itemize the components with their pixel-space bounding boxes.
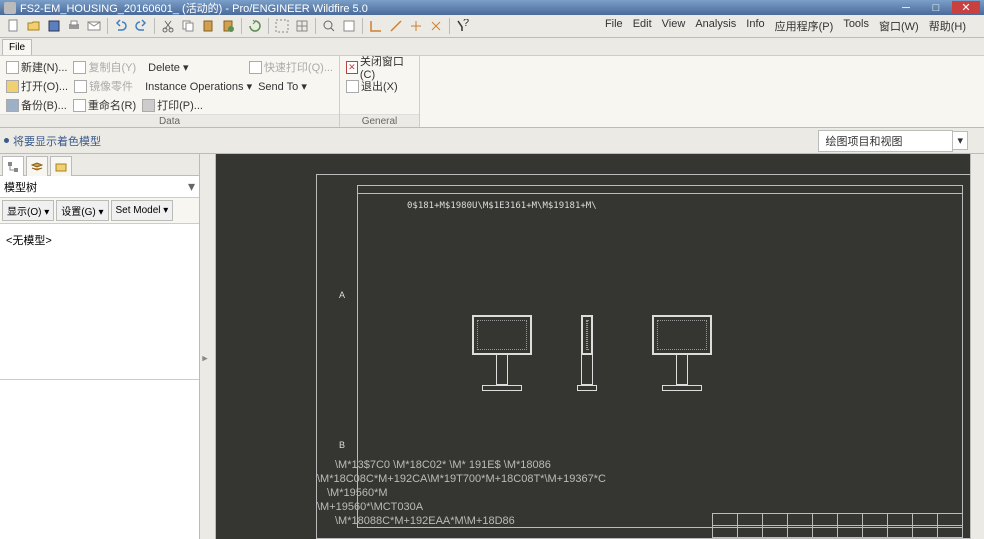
- ribbon-foot-data: Data: [0, 114, 339, 127]
- left-tab-layers[interactable]: [26, 156, 48, 176]
- new-icon[interactable]: [5, 17, 23, 35]
- rb-backup[interactable]: 备份(B)...: [6, 97, 67, 113]
- find-icon[interactable]: [320, 17, 338, 35]
- part-side[interactable]: [577, 315, 597, 391]
- vertical-scrollbar[interactable]: [970, 154, 984, 539]
- tree-show-button[interactable]: 显示(O) ▾: [2, 200, 54, 221]
- save-icon[interactable]: [45, 17, 63, 35]
- menu-help[interactable]: 帮助(H): [925, 15, 970, 37]
- main-area: 模型树 ▾ 显示(O) ▾ 设置(G) ▾ Set Model ▾ <无模型> …: [0, 154, 984, 539]
- tree-header: 模型树 ▾: [0, 176, 199, 198]
- paste-icon[interactable]: [199, 17, 217, 35]
- tree-lower-body: [0, 379, 199, 539]
- toolbar-separator: [362, 18, 363, 34]
- rb-instance[interactable]: Instance Operations ▾: [145, 80, 252, 93]
- file-tab[interactable]: File: [2, 39, 32, 55]
- slope-icon[interactable]: [387, 17, 405, 35]
- drawing-canvas[interactable]: 0$181+M$1980U\M$1E3161+M\M$19181+M\ A B …: [216, 154, 984, 539]
- toolbar-separator: [449, 18, 450, 34]
- left-tab-tree[interactable]: [2, 156, 24, 176]
- tree-model-button[interactable]: Set Model ▾: [111, 200, 174, 221]
- copy-icon[interactable]: [179, 17, 197, 35]
- rb-rename[interactable]: 重命名(R): [73, 97, 136, 113]
- rb-new[interactable]: 新建(N)...: [6, 59, 67, 75]
- minimize-button[interactable]: ─: [892, 1, 920, 14]
- rb-exit[interactable]: 退出(X): [346, 78, 398, 94]
- right-info-dropdown[interactable]: 绘图项目和视图: [818, 130, 953, 152]
- menu-analysis[interactable]: Analysis: [691, 15, 740, 37]
- rb-mirror: 镜像零件: [74, 78, 133, 94]
- tree-body: <无模型>: [0, 224, 199, 379]
- help-icon[interactable]: ?: [454, 17, 472, 35]
- drawing-toptext: 0$181+M$1980U\M$1E3161+M\M$19181+M\: [407, 201, 597, 211]
- zone-b: B: [339, 440, 345, 450]
- toolbar-separator: [315, 18, 316, 34]
- zone-a: A: [339, 290, 345, 300]
- cut-icon[interactable]: [159, 17, 177, 35]
- mail-icon[interactable]: [85, 17, 103, 35]
- info-bar: 将要显示着色模型 绘图项目和视图▾: [0, 128, 984, 154]
- toolbar-separator: [241, 18, 242, 34]
- toolbar-separator: [268, 18, 269, 34]
- menu-view[interactable]: View: [658, 15, 690, 37]
- menu-tools[interactable]: Tools: [839, 15, 873, 37]
- canvas-wrap: ◄ 0$181+M$1980U\M$1E3161+M\M$19181+M\ A …: [200, 154, 984, 539]
- redo-icon[interactable]: [132, 17, 150, 35]
- left-tab-views[interactable]: [50, 156, 72, 176]
- info-dot-icon: [4, 138, 9, 143]
- undo-icon[interactable]: [112, 17, 130, 35]
- close-button[interactable]: ✕: [952, 1, 980, 14]
- maximize-button[interactable]: □: [922, 1, 950, 14]
- toolbar-separator: [107, 18, 108, 34]
- menu-app[interactable]: 应用程序(P): [771, 15, 838, 37]
- ribbon-foot-general: General: [340, 114, 419, 127]
- tree-set-button[interactable]: 设置(G) ▾: [56, 200, 108, 221]
- app-icon: [4, 2, 16, 14]
- rb-open[interactable]: 打开(O)...: [6, 78, 68, 94]
- ribbon: 新建(N)... 复制自(Y) Delete ▾ 快速打印(Q)... 打开(O…: [0, 56, 984, 128]
- tree-buttons: 显示(O) ▾ 设置(G) ▾ Set Model ▾: [0, 198, 199, 224]
- tree-title: 模型树: [4, 179, 37, 195]
- toolbar-separator: [154, 18, 155, 34]
- select-icon[interactable]: [340, 17, 358, 35]
- grid-icon[interactable]: [293, 17, 311, 35]
- window-titlebar: FS2-EM_HOUSING_20160601_ (活动的) - Pro/ENG…: [0, 0, 984, 15]
- svg-text:?: ?: [463, 19, 469, 29]
- tree-nomodel: <无模型>: [6, 235, 52, 247]
- menu-edit[interactable]: Edit: [629, 15, 656, 37]
- file-tab-row: File: [0, 38, 984, 56]
- crosshair2-icon[interactable]: [427, 17, 445, 35]
- drawing-frame-outer: 0$181+M$1980U\M$1E3161+M\M$19181+M\ A B …: [316, 174, 974, 539]
- window-title: FS2-EM_HOUSING_20160601_ (活动的) - Pro/ENG…: [20, 0, 368, 16]
- print-icon[interactable]: [65, 17, 83, 35]
- title-block-table: [712, 513, 963, 538]
- open-icon[interactable]: [25, 17, 43, 35]
- regen-icon[interactable]: [246, 17, 264, 35]
- crosshair1-icon[interactable]: [407, 17, 425, 35]
- left-tabs: [0, 154, 199, 176]
- menu-window[interactable]: 窗口(W): [875, 15, 923, 37]
- drawing-notes: \M*13$7C0 \M*18C02* \M* 191E$ \M*18086 \…: [317, 458, 606, 528]
- left-panel: 模型树 ▾ 显示(O) ▾ 设置(G) ▾ Set Model ▾ <无模型>: [0, 154, 200, 539]
- paste-special-icon[interactable]: [219, 17, 237, 35]
- rb-print[interactable]: 打印(P)...: [142, 97, 203, 113]
- tree-dropdown-icon[interactable]: ▾: [188, 178, 195, 195]
- menu-info[interactable]: Info: [742, 15, 768, 37]
- menu-bar: File Edit View Analysis Info 应用程序(P) Too…: [473, 15, 980, 37]
- ribbon-group-data: 新建(N)... 复制自(Y) Delete ▾ 快速打印(Q)... 打开(O…: [0, 56, 340, 127]
- part-front-2[interactable]: [652, 315, 712, 391]
- info-text: 将要显示着色模型: [13, 133, 101, 149]
- canvas-gutter: ◄: [200, 154, 216, 539]
- rb-quickprint: 快速打印(Q)...: [249, 59, 333, 75]
- menu-file[interactable]: File: [601, 15, 627, 37]
- corner-icon[interactable]: [367, 17, 385, 35]
- rb-sendto[interactable]: Send To ▾: [258, 80, 307, 93]
- right-info-arrow[interactable]: ▾: [953, 131, 968, 150]
- rb-copy: 复制自(Y): [73, 59, 136, 75]
- rb-delete[interactable]: Delete ▾: [148, 61, 188, 74]
- part-front-1[interactable]: [472, 315, 532, 391]
- bounds-icon[interactable]: [273, 17, 291, 35]
- ribbon-group-general: ✕关闭窗口(C) 退出(X) General: [340, 56, 420, 127]
- main-toolbar: ? File Edit View Analysis Info 应用程序(P) T…: [0, 15, 984, 38]
